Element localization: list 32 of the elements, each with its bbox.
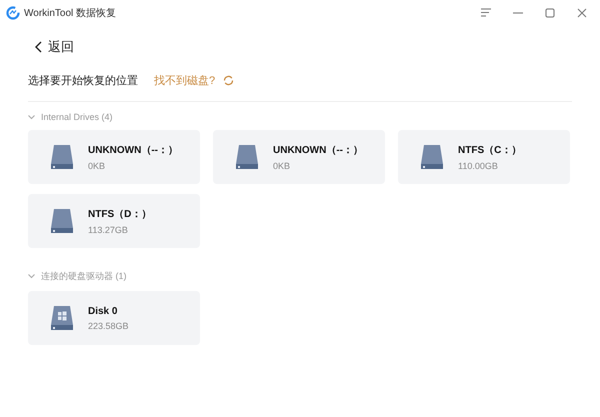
drive-name: NTFS（D：） (88, 208, 152, 221)
drive-name: UNKNOWN（--：） (273, 144, 363, 157)
drive-size: 0KB (273, 161, 292, 171)
drive-icon (50, 208, 74, 234)
drive-card[interactable]: NTFS（C：） 110.00GB (398, 130, 570, 184)
refresh-icon[interactable] (223, 74, 234, 86)
window-title: WorkinTool 数据恢复 (24, 6, 116, 20)
back-button[interactable]: 返回 (34, 38, 74, 56)
drive-card[interactable]: NTFS（D：） 113.27GB (28, 194, 200, 248)
drive-icon (50, 144, 74, 170)
minimize-icon (513, 12, 523, 14)
drive-card[interactable]: Disk 0 223.58GB (28, 291, 200, 345)
drive-name: UNKNOWN（--：） (88, 144, 178, 157)
drive-card[interactable]: UNKNOWN（--：） 0KB (28, 130, 200, 184)
drive-size: 110.00GB (458, 161, 499, 171)
chevron-left-icon (34, 41, 42, 53)
close-icon (577, 8, 587, 18)
prompt-text: 选择要开始恢复的位置 (28, 74, 138, 88)
drive-name: NTFS（C：） (458, 144, 522, 157)
drive-size: 223.58GB (88, 320, 129, 330)
drive-card[interactable]: UNKNOWN（--：） 0KB (213, 130, 385, 184)
menu-icon (481, 8, 491, 17)
drive-size: 0KB (88, 161, 106, 171)
chevron-down-icon (28, 274, 35, 279)
chevron-down-icon (28, 114, 35, 120)
app-logo-icon (6, 6, 20, 20)
drive-icon (235, 144, 259, 170)
drive-name: Disk 0 (88, 306, 118, 316)
windows-drive-icon (50, 305, 74, 331)
drive-size: 113.27GB (88, 225, 129, 235)
maximize-icon (545, 8, 555, 18)
drive-icon (420, 144, 444, 170)
